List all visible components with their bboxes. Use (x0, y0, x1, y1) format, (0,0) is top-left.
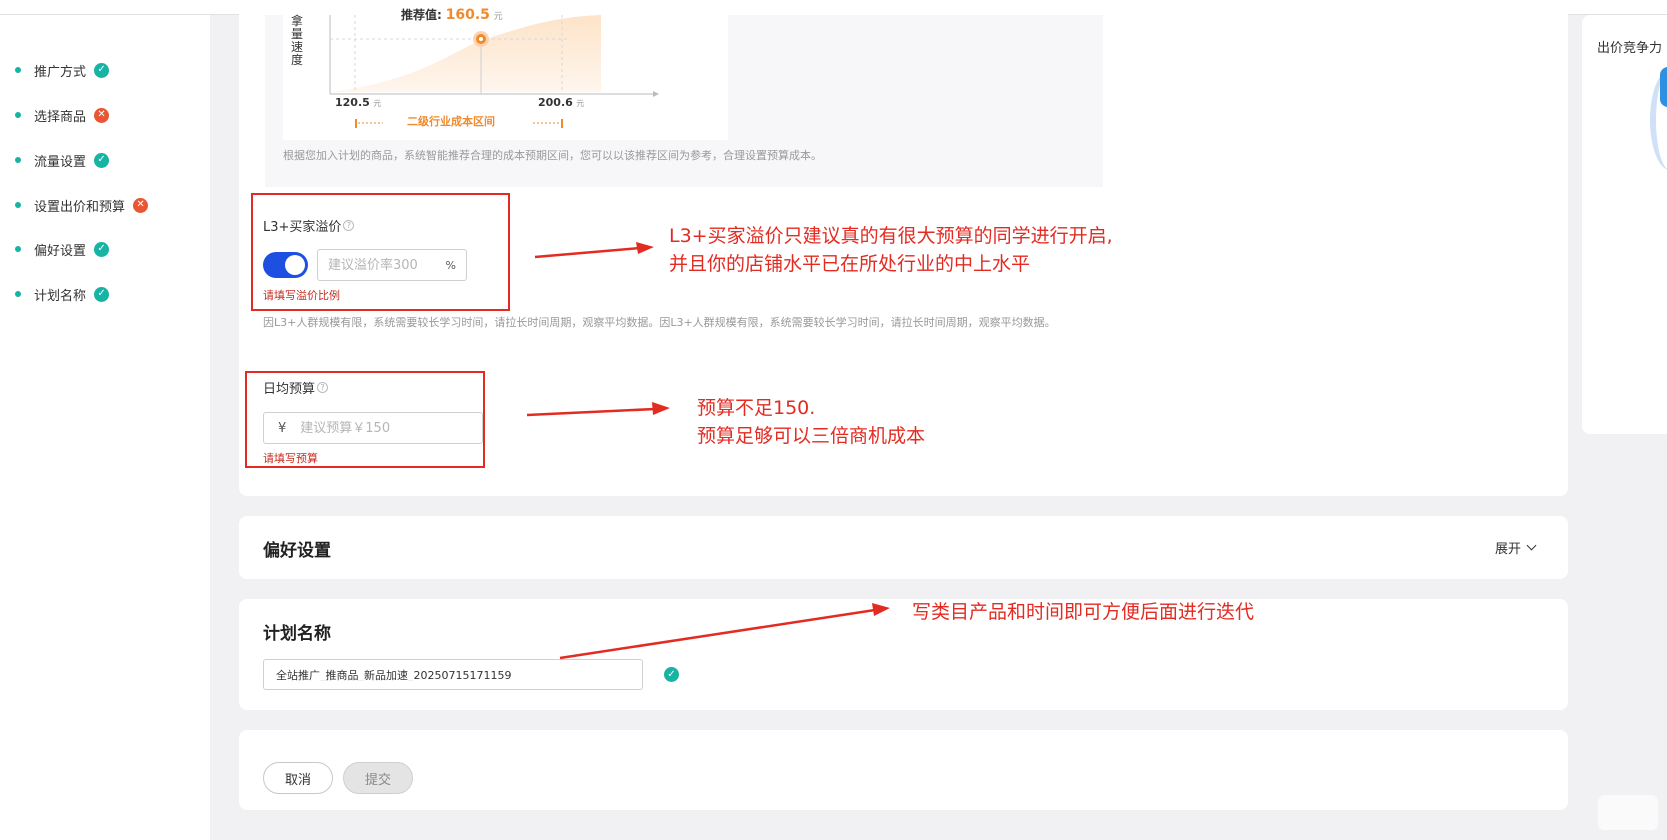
budget-note-line2: 预算足够可以三倍商机成本 (697, 425, 926, 447)
budget-arrow-head (652, 402, 670, 415)
plan-arrow-head (872, 603, 890, 616)
budget-arrow-line (526, 407, 656, 417)
plan-note: 写类目产品和时间即可方便后面进行迭代 (912, 601, 1255, 623)
budget-note: 预算不足150. 预算足够可以三倍商机成本 (697, 394, 925, 450)
premium-note-line2: 并且你的店铺水平已在所处行业的中上水平 (669, 253, 1031, 275)
premium-note: L3+买家溢价只建议真的有很大预算的同学进行开启, 并且你的店铺水平已在所处行业… (669, 222, 1113, 278)
premium-note-line1: L3+买家溢价只建议真的有很大预算的同学进行开启, (669, 225, 1113, 247)
premium-arrow-line (534, 246, 641, 259)
budget-note-line1: 预算不足150. (697, 397, 816, 419)
plan-arrow-line (559, 608, 876, 660)
premium-arrow-head (636, 242, 654, 254)
